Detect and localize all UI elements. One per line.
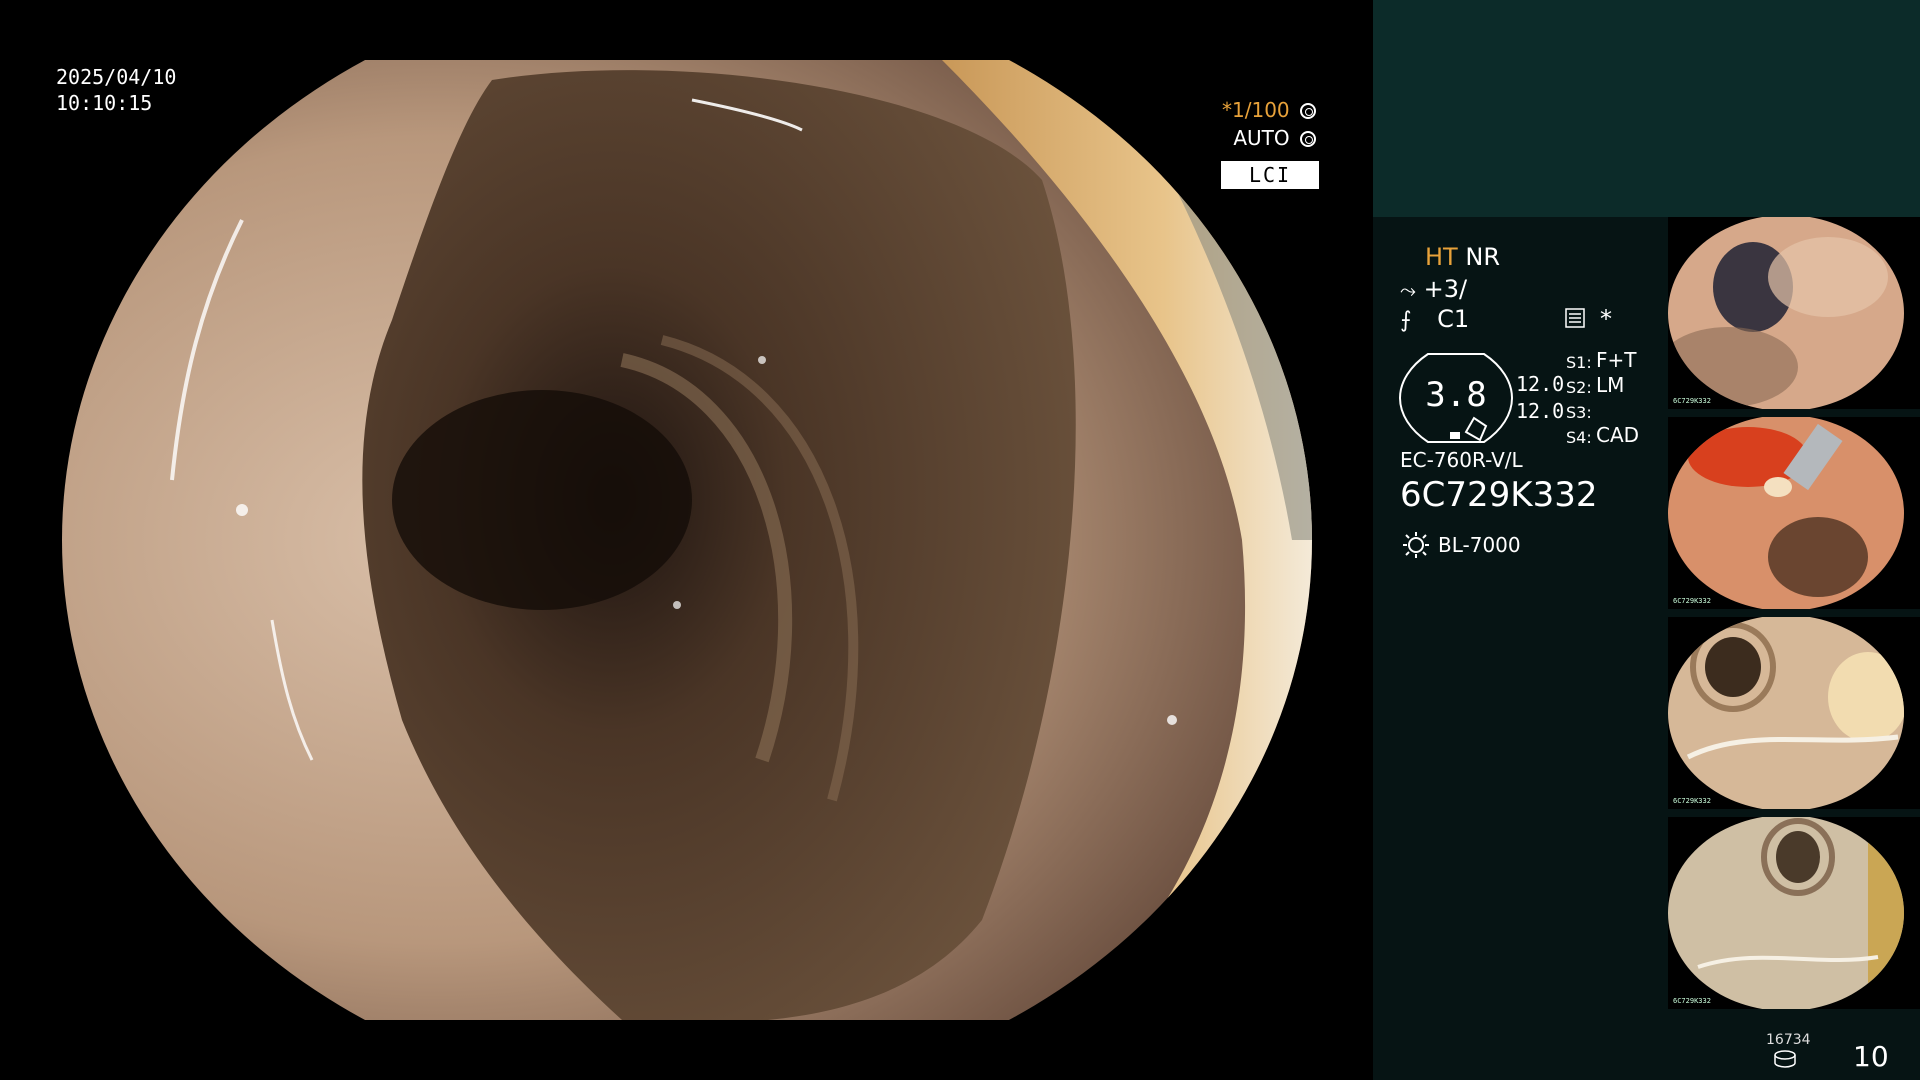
- thumbnail-image: [1668, 617, 1904, 809]
- menu-icon: [1565, 308, 1585, 328]
- enhancement-icon: ⤳: [1400, 278, 1416, 302]
- nr-label: NR: [1465, 243, 1500, 271]
- date-text: 2025/04/10: [56, 65, 177, 89]
- light-source-model: BL-7000: [1438, 533, 1521, 557]
- thumbnail-serial: 6C729K332: [1673, 797, 1711, 805]
- date-time-display: 2025/04/10 10:10:15: [56, 64, 176, 116]
- thumbnail-image: [1668, 417, 1904, 609]
- thumbnail-image: [1668, 817, 1904, 1009]
- lci-mode-label: LCI: [1221, 161, 1319, 189]
- iris-icon: [1300, 131, 1316, 147]
- time-text: 10:10:15: [56, 91, 153, 115]
- iris-mode-text: AUTO: [1233, 126, 1290, 150]
- thumbnail-serial: 6C729K332: [1673, 997, 1711, 1005]
- captured-image-thumbnail[interactable]: 6C729K332: [1668, 617, 1920, 809]
- aperture-icon: [1300, 103, 1316, 119]
- switch-4-label: S4:: [1566, 428, 1592, 447]
- captured-image-thumbnail[interactable]: 6C729K332: [1668, 217, 1920, 409]
- color-icon: ⨍: [1400, 308, 1412, 333]
- top-info-area: [1373, 0, 1920, 217]
- scope-serial: 6C729K332: [1400, 475, 1598, 515]
- enhancement-value: +3/: [1423, 275, 1468, 303]
- iris-mode-indicator: AUTO: [1233, 126, 1316, 150]
- switch-1-label: S1:: [1566, 353, 1592, 372]
- switch-1-value: F+T: [1596, 348, 1637, 372]
- value-2: 12.0: [1516, 399, 1565, 423]
- color-row: ⨍ C1: [1400, 305, 1469, 333]
- captured-image-thumbnail[interactable]: 6C729K332: [1668, 817, 1920, 1009]
- thumbnail-serial: 6C729K332: [1673, 597, 1711, 605]
- ht-label: HT: [1425, 243, 1458, 271]
- color-value: C1: [1437, 305, 1470, 333]
- switch-2-value: LM: [1596, 373, 1625, 397]
- switch-3-label: S3:: [1566, 403, 1592, 422]
- image-count: 10: [1853, 1040, 1889, 1073]
- switch-2-label: S2:: [1566, 378, 1592, 397]
- endoscope-live-view: [62, 60, 1312, 1020]
- endoscope-image: [62, 60, 1312, 1020]
- switch-4-value: CAD: [1596, 423, 1640, 447]
- storage-icon: [1774, 1050, 1796, 1068]
- gauge-value: 3.8: [1425, 375, 1487, 415]
- enhancement-row: ⤳ +3/: [1400, 275, 1467, 303]
- shutter-text: *1/100: [1222, 98, 1290, 122]
- captured-image-thumbnail[interactable]: 6C729K332: [1668, 417, 1920, 609]
- shutter-speed-indicator: *1/100: [1222, 98, 1316, 122]
- thumbnail-image: [1668, 217, 1904, 409]
- light-source-icon: [1403, 532, 1429, 558]
- scope-model: EC-760R-V/L: [1400, 448, 1523, 472]
- thumbnail-serial: 6C729K332: [1673, 397, 1711, 405]
- storage-counter: 16734: [1766, 1032, 1811, 1048]
- ht-nr-indicator: HT NR: [1425, 243, 1500, 271]
- star-mark: *: [1600, 305, 1612, 333]
- value-1: 12.0: [1516, 372, 1565, 396]
